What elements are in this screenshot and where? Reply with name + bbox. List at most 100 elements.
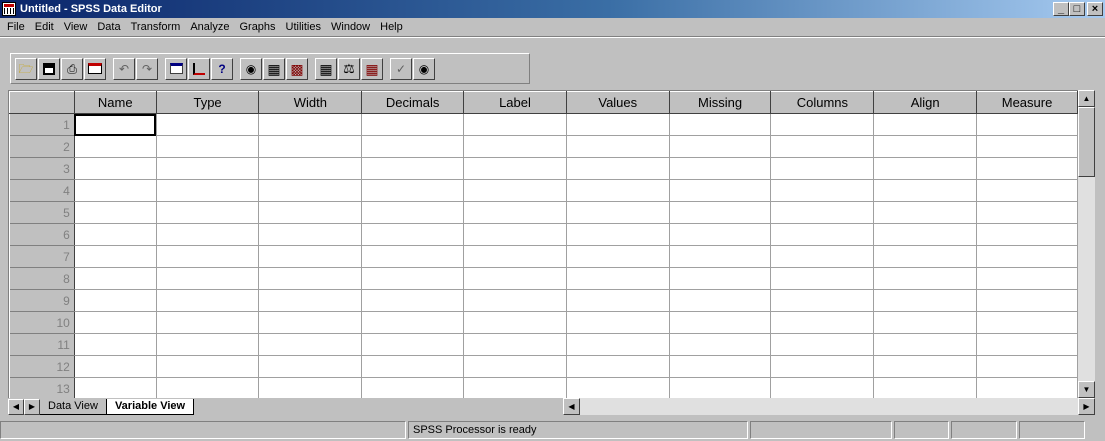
grid-cell-width[interactable] xyxy=(258,333,363,356)
use-sets-button[interactable]: ◉ xyxy=(413,57,435,80)
grid-cell-values[interactable] xyxy=(566,333,670,356)
row-number[interactable]: 2 xyxy=(9,135,75,158)
menu-view[interactable]: View xyxy=(59,21,93,33)
grid-cell-align[interactable] xyxy=(873,355,978,378)
grid-cell-label[interactable] xyxy=(463,267,567,290)
grid-cell-name[interactable] xyxy=(74,267,157,290)
open-button[interactable]: 🗁 xyxy=(15,57,37,80)
grid-cell-width[interactable] xyxy=(258,311,363,334)
grid-cell-missing[interactable] xyxy=(669,333,772,356)
grid-cell-columns[interactable] xyxy=(770,377,875,398)
grid-cell-columns[interactable] xyxy=(770,113,875,136)
row-number[interactable]: 6 xyxy=(9,223,75,246)
grid-cell-label[interactable] xyxy=(463,245,567,268)
grid-cell-missing[interactable] xyxy=(669,245,772,268)
grid-cell-type[interactable] xyxy=(156,179,260,202)
grid-cell-missing[interactable] xyxy=(669,157,772,180)
column-header-width[interactable]: Width xyxy=(258,91,363,114)
column-header-decimals[interactable]: Decimals xyxy=(361,91,465,114)
row-number[interactable]: 3 xyxy=(9,157,75,180)
grid-cell-align[interactable] xyxy=(873,267,978,290)
grid-cell-label[interactable] xyxy=(463,135,567,158)
grid-cell-missing[interactable] xyxy=(669,289,772,312)
menu-data[interactable]: Data xyxy=(92,21,125,33)
grid-cell-missing[interactable] xyxy=(669,311,772,334)
grid-cell-width[interactable] xyxy=(258,267,363,290)
row-number[interactable]: 11 xyxy=(9,333,75,356)
select-cases-button[interactable]: ▦ xyxy=(361,57,383,80)
grid-cell-type[interactable] xyxy=(156,157,260,180)
grid-cell-width[interactable] xyxy=(258,201,363,224)
grid-cell-values[interactable] xyxy=(566,289,670,312)
grid-cell-measure[interactable] xyxy=(976,333,1078,356)
grid-cell-values[interactable] xyxy=(566,355,670,378)
grid-cell-decimals[interactable] xyxy=(361,201,465,224)
grid-cell-align[interactable] xyxy=(873,245,978,268)
grid-cell-missing[interactable] xyxy=(669,355,772,378)
grid-cell-align[interactable] xyxy=(873,179,978,202)
grid-cell-width[interactable] xyxy=(258,113,363,136)
menu-transform[interactable]: Transform xyxy=(126,21,186,33)
minimize-button[interactable]: _ xyxy=(1053,2,1069,16)
grid-cell-type[interactable] xyxy=(156,267,260,290)
grid-cell-missing[interactable] xyxy=(669,377,772,398)
grid-cell-name[interactable] xyxy=(74,289,157,312)
row-number[interactable]: 10 xyxy=(9,311,75,334)
grid-cell-decimals[interactable] xyxy=(361,135,465,158)
grid-cell-name[interactable] xyxy=(74,113,157,136)
print-button[interactable]: ⎙ xyxy=(61,57,83,80)
grid-cell-measure[interactable] xyxy=(976,113,1078,136)
grid-cell-decimals[interactable] xyxy=(361,267,465,290)
undo-button[interactable]: ↶ xyxy=(113,57,135,80)
grid-cell-width[interactable] xyxy=(258,135,363,158)
grid-cell-name[interactable] xyxy=(74,245,157,268)
grid-cell-measure[interactable] xyxy=(976,135,1078,158)
grid-cell-columns[interactable] xyxy=(770,245,875,268)
grid-cell-missing[interactable] xyxy=(669,135,772,158)
split-file-button[interactable]: ▦ xyxy=(315,57,337,80)
variables-button[interactable]: ? xyxy=(211,57,233,80)
scroll-down-button[interactable]: ▼ xyxy=(1078,381,1095,398)
grid-cell-measure[interactable] xyxy=(976,245,1078,268)
grid-cell-type[interactable] xyxy=(156,377,260,398)
grid-cell-name[interactable] xyxy=(74,201,157,224)
menu-file[interactable]: File xyxy=(2,21,30,33)
grid-cell-type[interactable] xyxy=(156,355,260,378)
weight-cases-button[interactable]: ⚖ xyxy=(338,57,360,80)
grid-cell-missing[interactable] xyxy=(669,113,772,136)
column-header-type[interactable]: Type xyxy=(155,91,260,114)
grid-cell-values[interactable] xyxy=(566,179,670,202)
column-header-columns[interactable]: Columns xyxy=(770,91,875,114)
grid-cell-name[interactable] xyxy=(74,179,157,202)
grid-cell-decimals[interactable] xyxy=(361,289,465,312)
grid-cell-measure[interactable] xyxy=(976,377,1078,398)
grid-cell-width[interactable] xyxy=(258,179,363,202)
grid-cell-decimals[interactable] xyxy=(361,245,465,268)
grid-cell-label[interactable] xyxy=(463,311,567,334)
column-header-align[interactable]: Align xyxy=(873,91,978,114)
grid-cell-columns[interactable] xyxy=(770,157,875,180)
grid-cell-name[interactable] xyxy=(74,355,157,378)
grid-cell-label[interactable] xyxy=(463,289,567,312)
grid-cell-values[interactable] xyxy=(566,311,670,334)
grid-cell-measure[interactable] xyxy=(976,223,1078,246)
grid-cell-name[interactable] xyxy=(74,377,157,398)
grid-cell-columns[interactable] xyxy=(770,223,875,246)
grid-cell-align[interactable] xyxy=(873,377,978,398)
grid-cell-decimals[interactable] xyxy=(361,223,465,246)
scroll-right-button[interactable]: ▶ xyxy=(1078,398,1095,415)
spss-app-icon[interactable] xyxy=(2,2,16,16)
row-number[interactable]: 4 xyxy=(9,179,75,202)
grid-cell-width[interactable] xyxy=(258,377,363,398)
grid-cell-decimals[interactable] xyxy=(361,179,465,202)
grid-cell-width[interactable] xyxy=(258,355,363,378)
grid-cell-label[interactable] xyxy=(463,201,567,224)
row-number[interactable]: 9 xyxy=(9,289,75,312)
grid-cell-columns[interactable] xyxy=(770,135,875,158)
grid-cell-columns[interactable] xyxy=(770,333,875,356)
grid-cell-type[interactable] xyxy=(156,245,260,268)
close-button[interactable]: × xyxy=(1087,2,1103,16)
grid-cell-align[interactable] xyxy=(873,311,978,334)
row-number[interactable]: 8 xyxy=(9,267,75,290)
grid-cell-measure[interactable] xyxy=(976,267,1078,290)
